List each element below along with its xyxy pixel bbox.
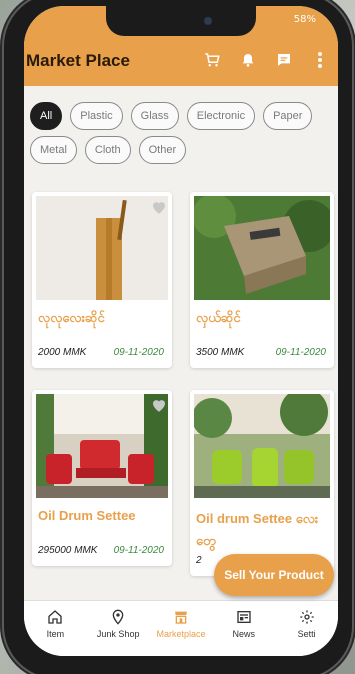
- nav-label-news: News: [232, 629, 256, 639]
- favorite-icon[interactable]: [150, 396, 168, 414]
- product-card[interactable]: Oil Drum Settee 295000 MMK 09-11-2020: [32, 390, 172, 566]
- nav-item[interactable]: Item: [24, 601, 87, 656]
- product-image: [36, 394, 168, 498]
- product-price: 295000 MMK: [38, 545, 98, 556]
- location-pin-icon: [112, 609, 124, 625]
- product-date: 09-11-2020: [113, 347, 164, 358]
- product-price: 2000 MMK: [38, 347, 87, 358]
- product-name: Oil Drum Settee: [38, 508, 136, 523]
- product-card[interactable]: Oil drum Settee လေးတွေ 2: [190, 390, 334, 576]
- chip-electronic[interactable]: Electronic: [186, 102, 256, 130]
- nav-label-item: Item: [46, 629, 65, 639]
- product-price: 2: [196, 555, 202, 566]
- nav-news[interactable]: News: [212, 601, 275, 656]
- more-vert-icon[interactable]: [302, 51, 338, 69]
- news-icon: [237, 611, 251, 623]
- notch: [106, 6, 256, 36]
- product-card[interactable]: လုလုလေးဆိုင် 2000 MMK 09-11-2020: [32, 192, 172, 368]
- category-filter: All Plastic Glass Electronic Paper Metal…: [24, 102, 338, 170]
- chip-metal[interactable]: Metal: [30, 136, 77, 164]
- cart-icon[interactable]: [194, 51, 230, 69]
- page-title: Market Place: [26, 51, 130, 70]
- favorite-icon[interactable]: [150, 198, 168, 216]
- chip-all[interactable]: All: [30, 102, 63, 130]
- product-price: 3500 MMK: [196, 347, 245, 358]
- product-image: [36, 196, 168, 300]
- product-image: [194, 394, 330, 498]
- shop-icon: [174, 611, 187, 624]
- bell-icon[interactable]: [230, 51, 266, 69]
- product-card[interactable]: လှယ်ဆိုင် 3500 MMK 09-11-2020: [190, 192, 334, 368]
- bottom-navigation: Item Junk Shop Marketplace News Setti: [24, 600, 338, 656]
- chat-icon[interactable]: [266, 52, 302, 68]
- app-bar: Market Place: [24, 34, 338, 86]
- product-date: 09-11-2020: [113, 545, 164, 556]
- home-icon: [48, 610, 63, 624]
- product-date: 09-11-2020: [275, 347, 326, 358]
- chip-cloth[interactable]: Cloth: [84, 136, 131, 164]
- camera-icon: [204, 17, 212, 25]
- nav-label-marketplace: Marketplace: [156, 629, 206, 639]
- battery-status: 58%: [293, 14, 316, 25]
- chip-glass[interactable]: Glass: [130, 102, 179, 130]
- chip-other[interactable]: Other: [138, 136, 187, 164]
- product-name: လုလုလေးဆိုင်: [38, 310, 105, 325]
- nav-settings[interactable]: Setti: [275, 601, 338, 656]
- product-name: လှယ်ဆိုင်: [196, 310, 241, 325]
- phone-frame: 58% Market Place All Plastic Glass Elect…: [4, 0, 352, 674]
- nav-label-settings: Setti: [297, 629, 316, 639]
- gear-icon: [299, 610, 314, 624]
- nav-label-junk-shop: Junk Shop: [96, 629, 140, 639]
- chip-plastic[interactable]: Plastic: [70, 102, 123, 130]
- chip-paper[interactable]: Paper: [263, 102, 313, 130]
- product-image: [194, 196, 330, 300]
- nav-marketplace[interactable]: Marketplace: [150, 601, 213, 656]
- nav-junk-shop[interactable]: Junk Shop: [87, 601, 150, 656]
- product-name: Oil drum Settee လေးတွေ: [196, 511, 319, 548]
- sell-your-product-button[interactable]: Sell Your Product: [214, 554, 334, 596]
- app-screen: 58% Market Place All Plastic Glass Elect…: [24, 6, 338, 656]
